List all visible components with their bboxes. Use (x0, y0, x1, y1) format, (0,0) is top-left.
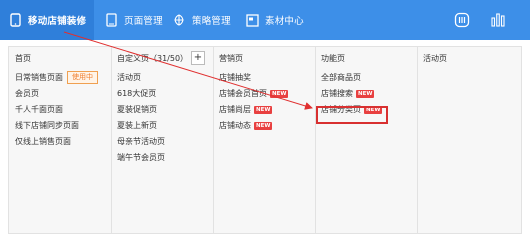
in-use-badge: 使用中 (67, 71, 98, 84)
list-item[interactable]: 618大促页 (117, 87, 165, 101)
nav-tab-label: 策略管理 (192, 16, 231, 27)
add-page-button[interactable]: + (191, 51, 205, 65)
list-item[interactable]: 母亲节活动页 (117, 135, 165, 149)
item-label: 店铺动态 (219, 121, 251, 130)
new-badge: NEW (270, 89, 289, 98)
annotation-highlight-box (316, 106, 388, 124)
column-header: 活动页 (423, 53, 447, 63)
page-selector-panel: 首页 日常销售页面 使用中 会员页 千人千面页面 线下店铺同步页面 仅线上销售页面… (8, 46, 522, 234)
nav-tab-label: 页面管理 (124, 16, 163, 27)
qrcode-icon[interactable] (452, 10, 472, 30)
list-item[interactable]: 端午节会员页 (117, 151, 165, 165)
column-function-pages: 功能页 全部商品页 店铺搜索 NEW 店铺分类页 NEW (315, 47, 418, 233)
list-item[interactable]: 全部商品页 (321, 71, 382, 85)
column-activity-pages: 活动页 (417, 47, 521, 233)
nav-tab-mobile-store-decoration[interactable]: 移动店铺装修 (0, 0, 95, 40)
new-badge: NEW (356, 89, 375, 98)
page-icon (104, 13, 118, 27)
list-item[interactable]: 仅线上销售页面 (15, 135, 98, 149)
nav-tab-strategy-management[interactable]: 策略管理 (172, 0, 231, 40)
list-item[interactable]: 活动页 (117, 71, 165, 85)
nav-tab-material-center[interactable]: 素材中心 (245, 0, 304, 40)
list-item[interactable]: 店铺动态 NEW (219, 119, 288, 133)
nav-tab-label: 素材中心 (265, 16, 304, 27)
new-badge: NEW (254, 121, 273, 130)
item-label: 日常销售页面 (15, 73, 63, 82)
phone-icon (8, 13, 22, 27)
list-item[interactable]: 夏装上新页 (117, 119, 165, 133)
list-item[interactable]: 线下店铺同步页面 (15, 119, 98, 133)
column-header: 首页 (15, 53, 31, 63)
column-marketing-pages: 营销页 店铺抽奖 店铺会员首页 NEW 店铺尚层 NEW 店铺动态 NEW (213, 47, 316, 233)
list-item[interactable]: 夏装促销页 (117, 103, 165, 117)
top-nav-bar: 移动店铺装修 页面管理 策略管理 素材中心 (0, 0, 530, 40)
item-label: 店铺会员首页 (219, 89, 267, 98)
column-homepage: 首页 日常销售页面 使用中 会员页 千人千面页面 线下店铺同步页面 仅线上销售页面 (9, 47, 112, 233)
nav-tab-label: 移动店铺装修 (28, 16, 87, 27)
nav-tab-page-management[interactable]: 页面管理 (104, 0, 163, 40)
list-item[interactable]: 千人千面页面 (15, 103, 98, 117)
list-item[interactable]: 会员页 (15, 87, 98, 101)
column-custom-pages: 自定义页（31/50） + 活动页 618大促页 夏装促销页 夏装上新页 母亲节… (111, 47, 214, 233)
new-badge: NEW (254, 105, 273, 114)
list-item[interactable]: 店铺尚层 NEW (219, 103, 288, 117)
list-item[interactable]: 店铺会员首页 NEW (219, 87, 289, 101)
stats-icon[interactable] (488, 10, 508, 30)
list-item[interactable]: 店铺搜索 NEW (321, 87, 382, 101)
strategy-icon (172, 13, 186, 27)
column-header: 营销页 (219, 53, 243, 63)
item-label: 店铺搜索 (321, 89, 353, 98)
list-item[interactable]: 店铺抽奖 (219, 71, 288, 85)
column-header: 功能页 (321, 53, 345, 63)
item-label: 店铺尚层 (219, 105, 251, 114)
folder-icon (245, 13, 259, 27)
list-item[interactable]: 日常销售页面 使用中 (15, 71, 98, 85)
